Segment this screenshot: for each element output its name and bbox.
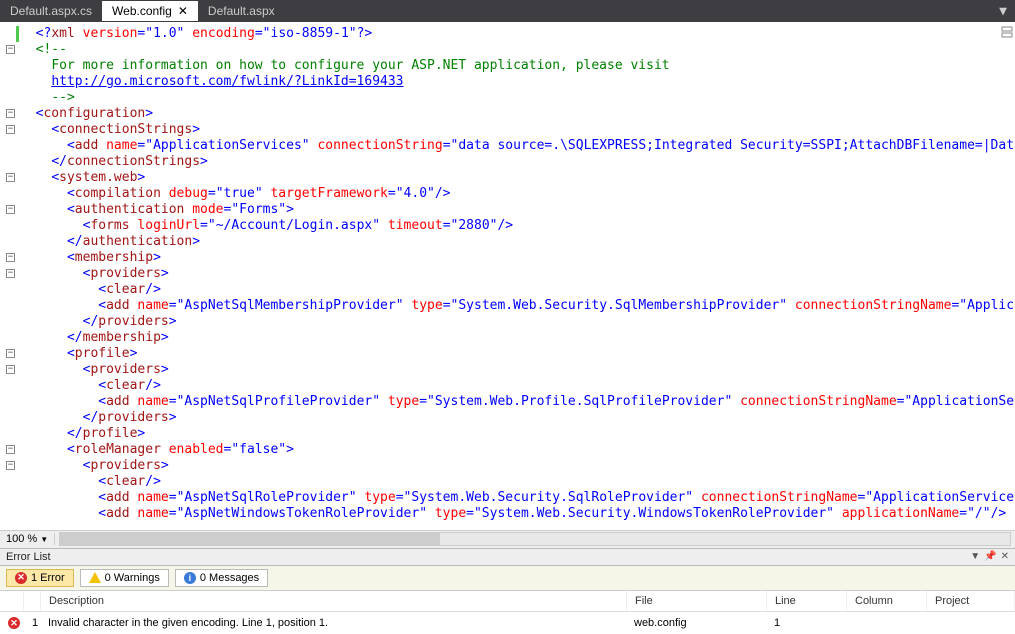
code-line[interactable]: <!--	[20, 42, 1015, 58]
warnings-count-label: 0 Warnings	[105, 572, 160, 584]
scrollbar-thumb[interactable]	[60, 533, 440, 545]
chevron-down-icon: ▼	[40, 535, 48, 544]
code-line[interactable]: </profile>	[20, 426, 1015, 442]
col-file[interactable]: File	[627, 591, 767, 611]
col-icon[interactable]	[0, 591, 24, 611]
code-line[interactable]: <clear/>	[20, 474, 1015, 490]
code-line[interactable]: <forms loginUrl="~/Account/Login.aspx" t…	[20, 218, 1015, 234]
col-line[interactable]: Line	[767, 591, 847, 611]
close-icon[interactable]: ✕	[178, 4, 188, 18]
code-line[interactable]: <providers>	[20, 458, 1015, 474]
code-line[interactable]: <authentication mode="Forms">	[20, 202, 1015, 218]
code-line[interactable]: <add name="ApplicationServices" connecti…	[20, 138, 1015, 154]
split-view-icon[interactable]	[1001, 26, 1013, 38]
error-icon: ✕	[15, 572, 27, 584]
close-icon[interactable]: ✕	[1001, 551, 1009, 562]
errors-filter-button[interactable]: ✕ 1 Error	[6, 569, 74, 587]
code-line[interactable]: </membership>	[20, 330, 1015, 346]
error-list-title: Error List	[6, 551, 51, 563]
code-line[interactable]: <add name="AspNetSqlMembershipProvider" …	[20, 298, 1015, 314]
tab-default-aspx[interactable]: Default.aspx	[198, 1, 285, 21]
info-icon: i	[184, 572, 196, 584]
fold-icon[interactable]: −	[6, 365, 15, 374]
code-line[interactable]: </authentication>	[20, 234, 1015, 250]
fold-icon[interactable]: −	[6, 109, 15, 118]
code-line[interactable]: <connectionStrings>	[20, 122, 1015, 138]
fold-icon[interactable]: −	[6, 125, 15, 134]
error-line: 1	[766, 615, 846, 632]
messages-filter-button[interactable]: i 0 Messages	[175, 569, 268, 587]
code-line[interactable]: <profile>	[20, 346, 1015, 362]
warnings-filter-button[interactable]: 0 Warnings	[80, 569, 169, 587]
code-line[interactable]: <add name="AspNetWindowsTokenRoleProvide…	[20, 506, 1015, 522]
code-line[interactable]: -->	[20, 90, 1015, 106]
warning-icon	[89, 572, 101, 583]
error-table-header[interactable]: Description File Line Column Project	[0, 591, 1015, 612]
code-line[interactable]: <providers>	[20, 266, 1015, 282]
error-icon: ✕	[8, 617, 20, 629]
editor-status-bar: 100 %▼	[0, 530, 1015, 548]
fold-icon[interactable]: −	[6, 205, 15, 214]
code-line[interactable]: <system.web>	[20, 170, 1015, 186]
code-line[interactable]: </providers>	[20, 410, 1015, 426]
errors-count-label: 1 Error	[31, 572, 65, 584]
code-line[interactable]: </connectionStrings>	[20, 154, 1015, 170]
code-line[interactable]: <compilation debug="true" targetFramewor…	[20, 186, 1015, 202]
error-filter-bar: ✕ 1 Error 0 Warnings i 0 Messages	[0, 566, 1015, 591]
error-project	[926, 615, 1015, 632]
error-description: Invalid character in the given encoding.…	[40, 615, 626, 632]
tab-web-config[interactable]: Web.config✕	[102, 1, 198, 21]
fold-icon[interactable]: −	[6, 445, 15, 454]
tabs-overflow-icon[interactable]: ▼	[991, 4, 1015, 19]
change-marker	[16, 26, 19, 42]
zoom-label: 100 %	[6, 533, 37, 545]
tab-bar: Default.aspx.csWeb.config✕Default.aspx ▼	[0, 0, 1015, 22]
fold-icon[interactable]: −	[6, 253, 15, 262]
code-line[interactable]: <membership>	[20, 250, 1015, 266]
fold-icon[interactable]: −	[6, 349, 15, 358]
editor-wrap: <?xml version="1.0" encoding="iso-8859-1…	[0, 22, 1015, 548]
code-line[interactable]: <add name="AspNetSqlProfileProvider" typ…	[20, 394, 1015, 410]
code-line[interactable]: <configuration>	[20, 106, 1015, 122]
error-file: web.config	[626, 615, 766, 632]
col-num[interactable]	[24, 591, 41, 611]
code-line[interactable]: <clear/>	[20, 378, 1015, 394]
fold-icon[interactable]: −	[6, 45, 15, 54]
error-list-header[interactable]: Error List ▼ 📌 ✕	[0, 548, 1015, 566]
code-line[interactable]: <add name="AspNetSqlRoleProvider" type="…	[20, 490, 1015, 506]
dropdown-icon[interactable]: ▼	[970, 551, 980, 562]
code-line[interactable]: For more information on how to configure…	[20, 58, 1015, 74]
horizontal-scrollbar[interactable]	[59, 532, 1011, 546]
code-line[interactable]: http://go.microsoft.com/fwlink/?LinkId=1…	[20, 74, 1015, 90]
zoom-level[interactable]: 100 %▼	[0, 533, 55, 545]
pin-icon[interactable]: 📌	[984, 551, 996, 562]
code-editor[interactable]: <?xml version="1.0" encoding="iso-8859-1…	[0, 22, 1015, 530]
code-line[interactable]: </providers>	[20, 314, 1015, 330]
messages-count-label: 0 Messages	[200, 572, 259, 584]
fold-icon[interactable]: −	[6, 461, 15, 470]
error-list-table: Description File Line Column Project ✕1I…	[0, 591, 1015, 634]
fold-icon[interactable]: −	[6, 269, 15, 278]
col-column[interactable]: Column	[847, 591, 927, 611]
error-row[interactable]: ✕1Invalid character in the given encodin…	[0, 612, 1015, 634]
error-column	[846, 615, 926, 632]
code-line[interactable]: <clear/>	[20, 282, 1015, 298]
tab-default-aspx-cs[interactable]: Default.aspx.cs	[0, 1, 102, 21]
col-description[interactable]: Description	[41, 591, 627, 611]
fold-icon[interactable]: −	[6, 173, 15, 182]
code-line[interactable]: <?xml version="1.0" encoding="iso-8859-1…	[20, 26, 1015, 42]
code-line[interactable]: <providers>	[20, 362, 1015, 378]
code-line[interactable]: <roleManager enabled="false">	[20, 442, 1015, 458]
error-num: 1	[24, 615, 40, 632]
col-project[interactable]: Project	[927, 591, 1015, 611]
